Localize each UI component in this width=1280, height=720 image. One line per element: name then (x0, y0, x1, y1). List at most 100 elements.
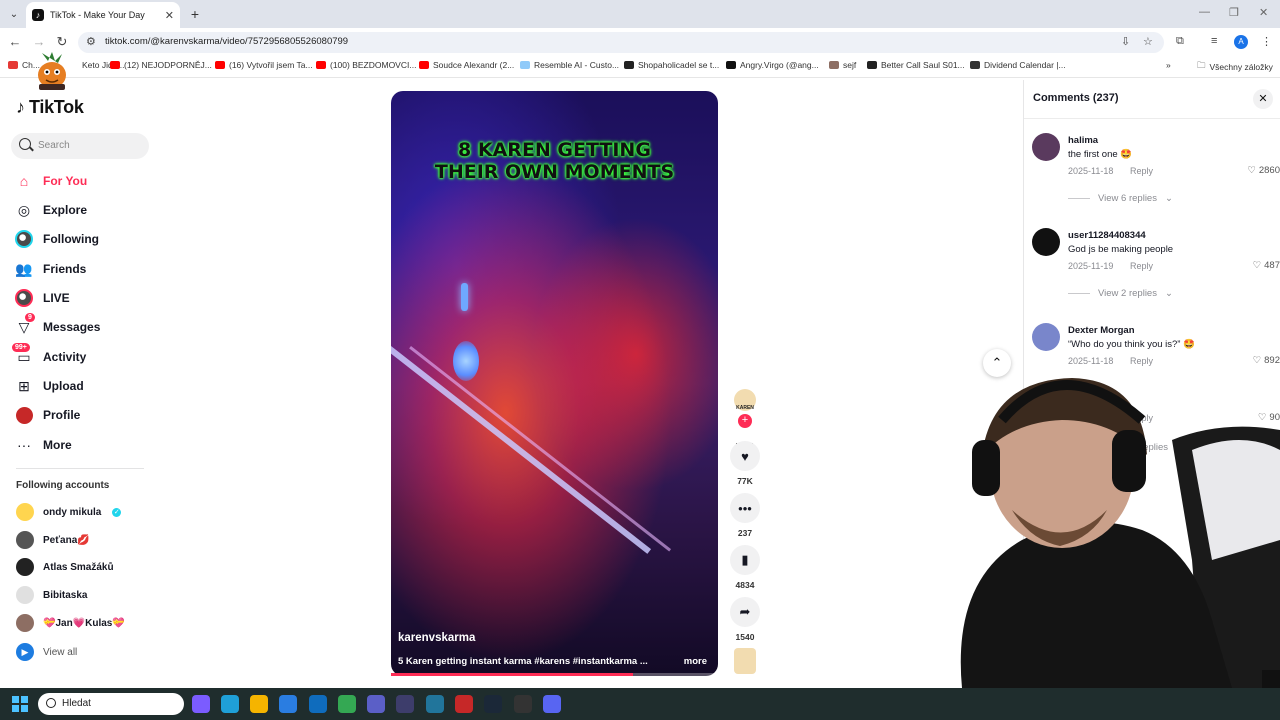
bookmarks-bar: Ch... Keto Jide... (12) NEJODPORNĚJ... (16)… (0, 56, 1280, 78)
heart-icon[interactable]: ♥ (730, 441, 760, 471)
sidebar-item-explore[interactable]: ◎ Explore (15, 200, 87, 220)
follow-creator-button[interactable]: + (738, 414, 752, 428)
bookmark-item[interactable]: sejf (829, 60, 856, 70)
share-arrow-icon[interactable]: ➦ (730, 597, 760, 627)
site-info-icon[interactable]: ⚙ (86, 35, 96, 48)
comment-username[interactable]: halima (1068, 135, 1098, 146)
sidebar-item-for-you[interactable]: ⌂ For You (15, 171, 87, 191)
address-url[interactable]: tiktok.com/@karenvskarma/video/757295680… (105, 36, 348, 47)
new-tab-button[interactable]: + (186, 5, 204, 23)
sidebar-item-more[interactable]: ··· More (15, 435, 72, 455)
chrome-icon[interactable] (338, 695, 356, 713)
edge-icon[interactable] (221, 695, 239, 713)
sidebar-item-friends[interactable]: 👥 Friends (15, 259, 86, 279)
music-disc-icon[interactable] (734, 648, 756, 674)
messages-icon: ▽ 9 (15, 313, 35, 336)
minimize-window-icon[interactable]: — (1199, 6, 1210, 18)
following-account[interactable]: Atlas Smažáků (16, 557, 114, 577)
bookmarks-overflow-icon[interactable]: » (1166, 60, 1171, 70)
discord-icon[interactable] (543, 695, 561, 713)
tab-search-chevron-icon[interactable]: ⌄ (4, 4, 24, 24)
windows-start-icon[interactable] (12, 696, 28, 712)
bookmark-star-icon[interactable]: ☆ (1143, 35, 1153, 48)
browser-menu-icon[interactable]: ⋮ (1261, 35, 1272, 48)
view-replies-button[interactable]: View 2 replies ⌄ (1068, 288, 1173, 299)
sidebar-item-profile[interactable]: Profile (15, 405, 80, 425)
comment-icon[interactable]: ••• (730, 493, 760, 523)
following-account[interactable]: Peťana💋 (16, 530, 90, 550)
sidebar-item-messages[interactable]: ▽ 9 Messages (15, 313, 100, 337)
file-explorer-icon[interactable] (250, 695, 268, 713)
bookmark-item[interactable]: Shopaholicadel se t... (624, 60, 719, 70)
github-icon[interactable] (514, 695, 532, 713)
comment-like-button[interactable]: ♡ 2860 (1247, 165, 1280, 176)
comment-like-button[interactable]: ♡ 487 (1253, 260, 1280, 271)
address-bar[interactable]: ⚙ tiktok.com/@karenvskarma/video/7572956… (78, 32, 1164, 53)
tiktok-logo[interactable]: ♪ TikTok (16, 97, 84, 118)
comment-username[interactable]: user11284408344 (1068, 230, 1146, 241)
bookmark-icon[interactable]: ▮ (730, 545, 760, 575)
all-bookmarks-folder[interactable]: 🗀 Všechny záložky (1197, 60, 1273, 74)
bookmark-item[interactable]: Angry.Virgo (@ang... (726, 60, 819, 70)
save-action[interactable]: ▮ 4834 (730, 545, 760, 590)
following-account[interactable]: Bibitaska (16, 585, 87, 605)
store-icon[interactable] (279, 695, 297, 713)
sidebar-item-live[interactable]: LIVE (15, 288, 70, 308)
reload-button[interactable]: ↻ (53, 33, 71, 51)
back-button[interactable]: ← (6, 33, 24, 51)
creator-avatar[interactable]: KAREN KARMA (734, 389, 756, 449)
teams-icon[interactable] (367, 695, 385, 713)
view-all-link[interactable]: ▶ View all (16, 642, 77, 662)
following-account[interactable]: ondy mikula ✓ (16, 502, 122, 522)
video-author[interactable]: karenvskarma (398, 632, 475, 644)
taskbar-search-input[interactable]: Hledat (38, 693, 184, 715)
view-replies-button[interactable]: View 6 replies ⌄ (1068, 193, 1173, 204)
bookmark-label: Better Call Saul S01... (881, 60, 965, 70)
bookmark-item[interactable]: Soudce Alexandr (2... (419, 60, 514, 70)
live-icon (15, 289, 33, 307)
comment-avatar[interactable] (1032, 228, 1060, 256)
video-progress-bar[interactable] (391, 673, 718, 676)
recorder-icon[interactable] (455, 695, 473, 713)
like-action[interactable]: ♥ 77K (730, 441, 760, 486)
tab-close-icon[interactable]: ✕ (165, 9, 174, 22)
search-input[interactable]: Search (11, 133, 149, 159)
comment-avatar[interactable] (1032, 323, 1060, 351)
install-app-icon[interactable]: ⇩ (1121, 35, 1130, 48)
bookmark-favicon-icon (970, 61, 980, 69)
restore-window-icon[interactable]: ❐ (1229, 6, 1239, 19)
comment-avatar[interactable] (1032, 133, 1060, 161)
following-account[interactable]: 💝Jan💗Kulas💝 (16, 613, 125, 633)
browser-tab-active[interactable]: ♪ TikTok - Make Your Day ✕ (26, 2, 180, 28)
description-more-button[interactable]: more (684, 656, 707, 667)
media-controls-icon[interactable]: ≡ (1211, 35, 1217, 47)
extensions-icon[interactable]: ⧉ (1176, 35, 1184, 48)
profile-avatar-button[interactable]: A (1234, 35, 1248, 49)
comment-reply-button[interactable]: Reply (1130, 166, 1153, 176)
bookmark-item[interactable]: Dividend Calendar |... (970, 60, 1066, 70)
bookmark-label: Dividend Calendar |... (984, 60, 1066, 70)
close-comments-button[interactable]: ✕ (1253, 89, 1273, 109)
sidebar-item-following[interactable]: Following (15, 229, 99, 249)
bookmark-item[interactable]: Resemble AI - Custo... (520, 60, 619, 70)
steam-icon[interactable] (484, 695, 502, 713)
comment-action[interactable]: ••• 237 (730, 493, 760, 538)
avatar (16, 531, 34, 549)
mail-icon[interactable] (309, 695, 327, 713)
bookmark-item[interactable]: (16) Vytvořil jsem Ta... (215, 60, 313, 70)
obs-icon[interactable] (396, 695, 414, 713)
chevron-down-icon: ⌄ (1164, 193, 1173, 204)
bookmark-item[interactable]: (12) NEJODPORNĚJ... (110, 60, 212, 70)
comment-reply-button[interactable]: Reply (1130, 261, 1153, 271)
forward-button[interactable]: → (30, 33, 48, 51)
sidebar-item-activity[interactable]: ▭ 99+ Activity (12, 343, 86, 367)
video-player[interactable]: 8 KAREN GETTING THEIR OWN MOMENTS karenv… (391, 91, 718, 676)
copilot-icon[interactable] (192, 695, 210, 713)
bookmark-item[interactable]: (100) BEZDOMOVCI... (316, 60, 416, 70)
wordpress-icon[interactable] (426, 695, 444, 713)
share-action[interactable]: ➦ 1540 (730, 597, 760, 642)
close-window-icon[interactable]: ✕ (1259, 6, 1268, 19)
sidebar-item-upload[interactable]: ⊞ Upload (15, 376, 84, 396)
comment-username[interactable]: Dexter Morgan (1068, 325, 1135, 336)
bookmark-item[interactable]: Better Call Saul S01... (867, 60, 965, 70)
